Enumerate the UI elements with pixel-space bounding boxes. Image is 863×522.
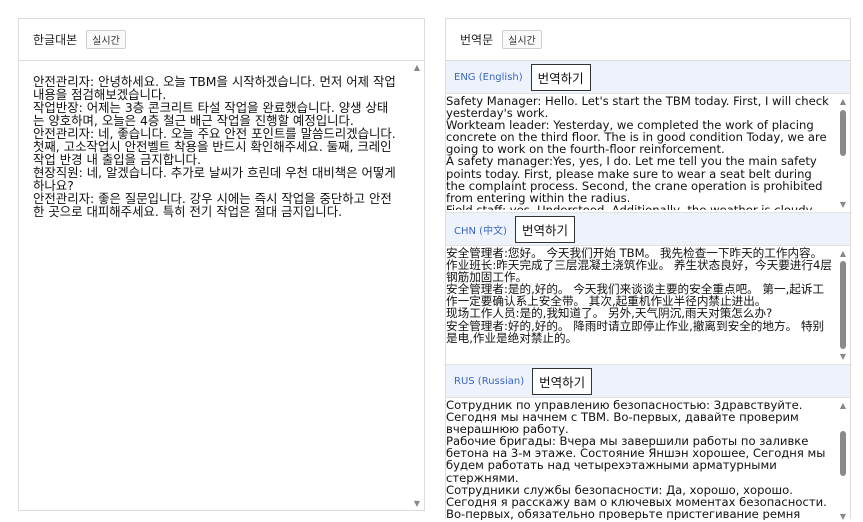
language-label-chn: CHN (中文) [454,225,507,237]
korean-scrollbar[interactable]: ▲ ▼ [412,63,422,509]
chinese-scrollbar[interactable]: ▲ ▼ [838,249,848,362]
scroll-down-icon[interactable]: ▼ [838,512,848,522]
english-section-header: ENG (English) 번역하기 [446,61,850,94]
chinese-section: CHN (中文) 번역하기 安全管理者:您好。 今天我们开始 TBM。 我先检查… [446,213,850,365]
translation-panel: 번역문 실시간 ENG (English) 번역하기 Safety Manage… [445,18,851,522]
realtime-badge: 실시간 [86,30,126,49]
scroll-thumb[interactable] [840,261,846,349]
english-section: ENG (English) 번역하기 Safety Manager: Hello… [446,61,850,213]
scroll-thumb[interactable] [840,110,846,156]
korean-script-panel: 한글대본 실시간 안전관리자: 안녕하세요. 오늘 TBM을 시작하겠습니다. … [18,18,425,511]
korean-script-text[interactable]: 안전관리자: 안녕하세요. 오늘 TBM을 시작하겠습니다. 먼저 어제 작업 … [33,75,399,509]
russian-section: RUS (Russian) 번역하기 Сотрудник по управлен… [446,365,850,522]
english-translation-text[interactable]: Safety Manager: Hello. Let's start the T… [446,95,834,210]
russian-scrollbar[interactable]: ▲ ▼ [838,401,848,522]
translation-panel-title: 번역문 [460,33,494,47]
russian-section-header: RUS (Russian) 번역하기 [446,365,850,398]
translate-button-eng[interactable]: 번역하기 [530,63,591,91]
scroll-down-icon[interactable]: ▼ [838,200,848,210]
russian-translation-text[interactable]: Сотрудник по управлению безопасностью: З… [446,399,834,520]
chinese-section-header: CHN (中文) 번역하기 [446,213,850,246]
scroll-up-icon[interactable]: ▲ [838,401,848,411]
scroll-up-icon[interactable]: ▲ [412,63,422,73]
language-label-eng: ENG (English) [454,71,523,83]
english-scrollbar[interactable]: ▲ ▼ [838,97,848,210]
language-label-rus: RUS (Russian) [454,375,525,387]
scroll-thumb[interactable] [840,431,846,476]
korean-panel-header: 한글대본 실시간 [19,19,424,61]
scroll-down-icon[interactable]: ▼ [838,352,848,362]
translate-button-chn[interactable]: 번역하기 [514,215,575,243]
chinese-translation-text[interactable]: 安全管理者:您好。 今天我们开始 TBM。 我先检查一下昨天的工作内容。 作业班… [446,247,834,362]
translate-button-rus[interactable]: 번역하기 [532,367,593,395]
translation-panel-header: 번역문 실시간 [446,19,850,61]
scroll-down-icon[interactable]: ▼ [412,499,422,509]
scroll-up-icon[interactable]: ▲ [838,249,848,259]
korean-panel-title: 한글대본 [33,33,78,47]
scroll-up-icon[interactable]: ▲ [838,97,848,107]
realtime-badge: 실시간 [502,30,542,49]
